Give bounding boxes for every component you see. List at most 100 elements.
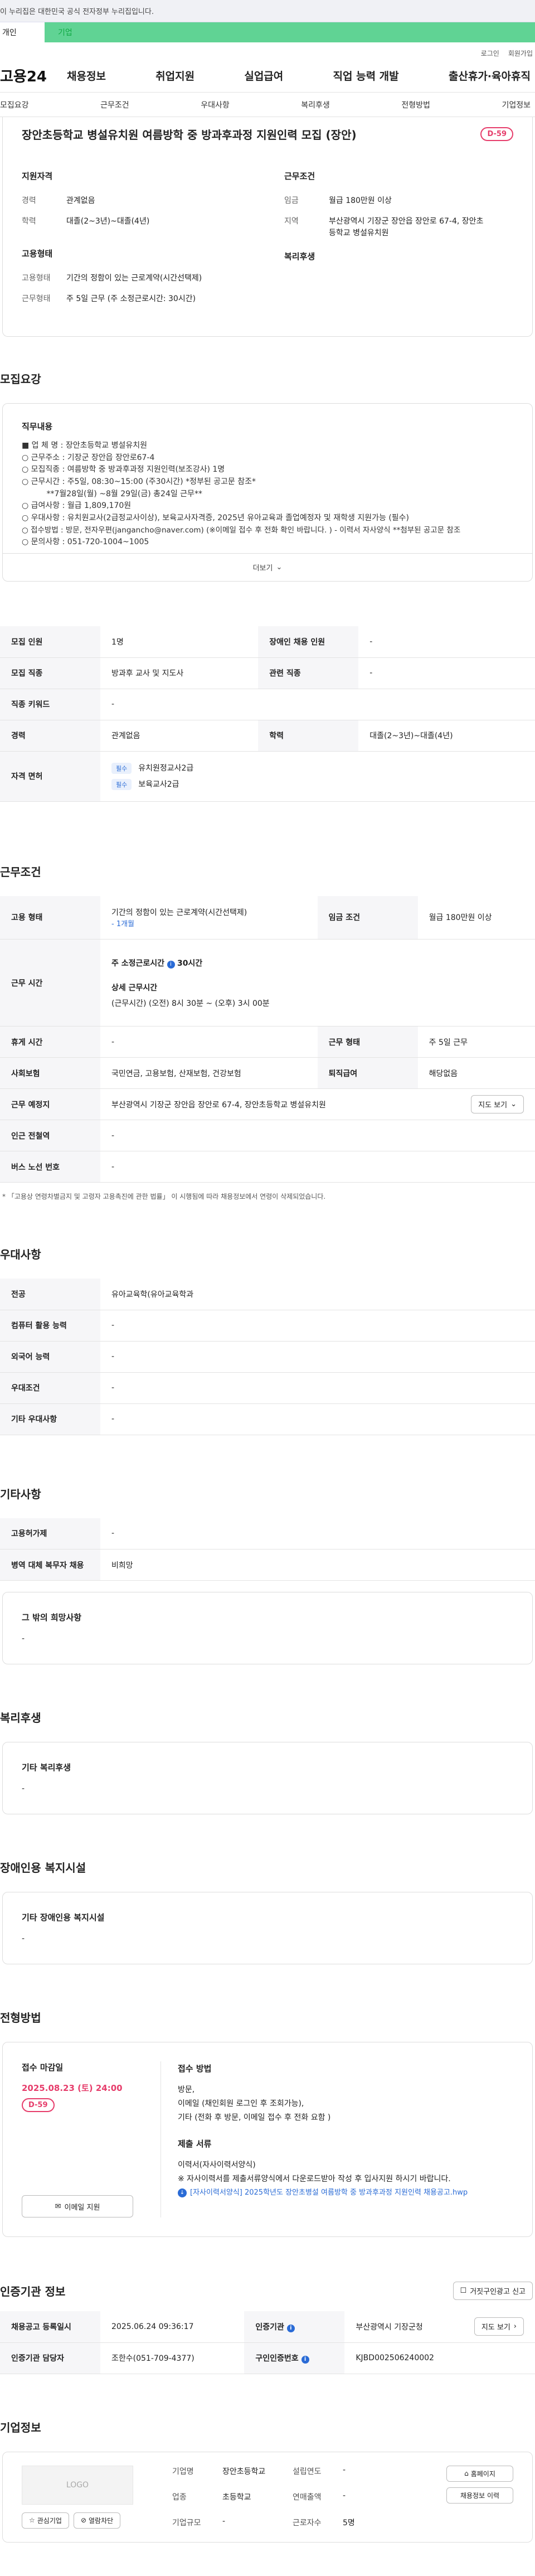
place-label: 근무 예정지 xyxy=(0,1088,100,1120)
gnb-item-training[interactable]: 직업 능력 개발 xyxy=(333,68,399,83)
etc-pref-label: 기타 우대사항 xyxy=(0,1403,100,1435)
other-wishes-value: - xyxy=(22,1634,25,1643)
anchor-welfare[interactable]: 복리후생 xyxy=(301,99,330,110)
cert-no-label: 구인인증번호 i xyxy=(244,2342,345,2374)
duty-line: ○ 문의사항 : 051-720-1004~1005 xyxy=(22,537,149,546)
info-icon[interactable]: i xyxy=(286,2324,295,2332)
gnb-item-leave[interactable]: 출산휴가·육아휴직 xyxy=(449,68,531,83)
wage-label: 임금 조건 xyxy=(317,895,418,940)
preference-table: 전공 유아교육학(유아교육학과 컴퓨터 활용 능력 - 외국어 능력 - 우대조건 - … xyxy=(0,1279,535,1435)
duty-line: ○ 모집직종 : 여름방학 중 방과후과정 지원인력(보조강사) 1명 xyxy=(22,465,225,474)
method-line: 이메일 (채인회원 로그인 후 조회가능), xyxy=(178,2099,304,2109)
agency-header: 인증기관 정보 ☐ 거짓구인광고 신고 xyxy=(0,2282,533,2300)
table-row: 자격 면허 필수 유치원정교사2급 필수 보육교사2급 xyxy=(0,751,535,802)
info-icon[interactable]: i xyxy=(301,2356,309,2364)
retire-label: 퇴직급여 xyxy=(317,1057,418,1089)
map-button[interactable]: 지도 보기 ⌄ xyxy=(471,1095,524,1113)
conditions-section-title: 근무조건 xyxy=(0,865,41,879)
table-row: 직종 키워드 - xyxy=(0,689,535,720)
info-icon[interactable]: i xyxy=(167,960,175,969)
major-label: 전공 xyxy=(0,1279,100,1310)
homepage-button[interactable]: ⌂ 홈페이지 xyxy=(446,2465,513,2482)
tab-personal[interactable]: 개인 xyxy=(0,22,45,42)
related-label: 관련 직종 xyxy=(258,657,359,689)
etc-section-title: 기타사항 xyxy=(0,1487,41,1501)
emp-type-value: 기간의 정함이 있는 근로계약(시간선택제) xyxy=(66,274,202,283)
mail-icon: ✉ xyxy=(55,2202,61,2211)
major-value: 유아교육학(유아교육학과 xyxy=(100,1279,535,1310)
disabled-box: 기타 장애인용 복지시설 - xyxy=(2,1892,533,1964)
disabled-value: - xyxy=(358,626,535,658)
insurance-value: 국민연금, 고용보험, 산재보험, 건강보험 xyxy=(100,1057,318,1089)
welfare-value: - xyxy=(22,1784,25,1793)
gnb-item-employment-support[interactable]: 취업지원 xyxy=(155,68,194,83)
site-logo[interactable]: 고용24 xyxy=(0,65,67,86)
summary-grid: 지원자격 경력 관계없음 학력 대졸(2~3년)~대졸(4년) 고용형태 고용형태 기… xyxy=(22,170,513,314)
revenue-value: - xyxy=(343,2491,346,2500)
anchor-apply[interactable]: 전형방법 xyxy=(401,99,430,110)
military-label: 병역 대체 복무자 채용 xyxy=(0,1549,100,1581)
industry-value: 초등학교 xyxy=(222,2492,251,2502)
dday-badge: D-59 xyxy=(480,127,513,141)
docs-heading: 제출 서류 xyxy=(178,2138,212,2149)
login-link[interactable]: 로그인 xyxy=(481,49,499,58)
subway-value: - xyxy=(100,1120,535,1151)
apply-section-title: 전형방법 xyxy=(0,2011,41,2025)
method-line: 기타 (전화 후 방문, 이메일 접수 후 전화 요함 ) xyxy=(178,2113,331,2123)
table-row: 모집 직종 방과후 교사 및 지도사 관련 직종 - xyxy=(0,657,535,689)
edu-value: 대졸(2~3년)~대졸(4년) xyxy=(66,217,150,226)
subway-label: 인근 전철역 xyxy=(0,1120,100,1151)
reg-date-value: 2025.06.24 09:36:17 xyxy=(100,2311,245,2343)
time-label: 근무 시간 xyxy=(0,939,100,1026)
rest-label: 휴게 시간 xyxy=(0,1026,100,1058)
resume-file-link[interactable]: ↓ [자사이력서양식] 2025학년도 장안초병설 여름방학 중 방과후과정 지… xyxy=(178,2186,513,2199)
method-heading: 접수 방법 xyxy=(178,2064,212,2074)
org-name: 부산광역시 기장군청 xyxy=(356,2322,423,2332)
anchor-company[interactable]: 기업정보 xyxy=(502,99,531,110)
anchor-preference[interactable]: 우대사항 xyxy=(201,99,230,110)
report-button[interactable]: ☐ 거짓구인광고 신고 xyxy=(453,2282,533,2300)
bus-label: 버스 노선 번호 xyxy=(0,1151,100,1183)
anchor-recruit[interactable]: 모집요강 xyxy=(0,99,29,110)
wage-value: 월급 180만원 이상 xyxy=(417,895,535,940)
anchor-conditions[interactable]: 근무조건 xyxy=(100,99,129,110)
docs-line: 이력서(자사이력서양식) xyxy=(178,2160,256,2170)
block-view-button[interactable]: ⊘ 열람차단 xyxy=(73,2512,121,2529)
duty-line: ■ 업 체 명 : 장안초등학교 병설유치원 xyxy=(22,441,147,450)
emp-value: 기간의 정함이 있는 근로계약(시간선택제) - 1개월 xyxy=(100,895,318,940)
deadline-heading: 접수 마감일 xyxy=(22,2062,64,2073)
gnb-item-unemployment[interactable]: 실업급여 xyxy=(244,68,283,83)
table-row: 우대조건 - xyxy=(0,1372,535,1404)
emp-period: - 1개월 xyxy=(111,919,135,928)
license-item: 보육교사2급 xyxy=(138,780,179,789)
signup-link[interactable]: 회원가입 xyxy=(508,49,533,58)
company-name-label: 기업명 xyxy=(172,2467,194,2476)
more-button[interactable]: 더보기 ⌄ xyxy=(3,553,532,581)
company-name-value: 장안초등학교 xyxy=(222,2467,266,2476)
block-icon: ⊘ xyxy=(80,2516,86,2524)
year-value: - xyxy=(343,2465,346,2475)
manager-label: 인증기관 담당자 xyxy=(0,2342,100,2374)
favorite-company-button[interactable]: ☆ 관심기업 xyxy=(22,2512,69,2529)
job-history-button[interactable]: 채용정보 이력 xyxy=(446,2487,513,2504)
keyword-label: 직종 키워드 xyxy=(0,689,100,720)
email-apply-button[interactable]: ✉ 이메일 지원 xyxy=(22,2195,133,2217)
required-tag: 필수 xyxy=(111,779,132,790)
block-label: 열람차단 xyxy=(89,2516,114,2525)
etc-pref-value: - xyxy=(100,1403,535,1435)
military-value: 비희망 xyxy=(100,1549,535,1581)
user-type-tabs: 개인 기업 xyxy=(0,22,535,42)
weekly-hours-value: 30시간 xyxy=(177,958,203,968)
edu-label: 학력 xyxy=(22,217,36,226)
hire-value: - xyxy=(100,1518,535,1550)
disabled-label: 장애인 채용 인원 xyxy=(258,626,359,658)
cert-no-label-text: 구인인증번호 xyxy=(255,2354,299,2363)
tab-company[interactable]: 기업 xyxy=(45,22,535,42)
welfare-section-title: 복리후생 xyxy=(0,1711,41,1725)
job-label: 모집 직종 xyxy=(0,657,100,689)
table-row: 휴게 시간 - 근무 형태 주 5일 근무 xyxy=(0,1026,535,1058)
agency-map-button[interactable]: 지도 보기 › xyxy=(474,2317,524,2336)
homepage-label: 홈페이지 xyxy=(470,2470,495,2478)
edu-label: 학력 xyxy=(258,720,359,752)
gnb-item-jobs[interactable]: 채용정보 xyxy=(67,68,106,83)
